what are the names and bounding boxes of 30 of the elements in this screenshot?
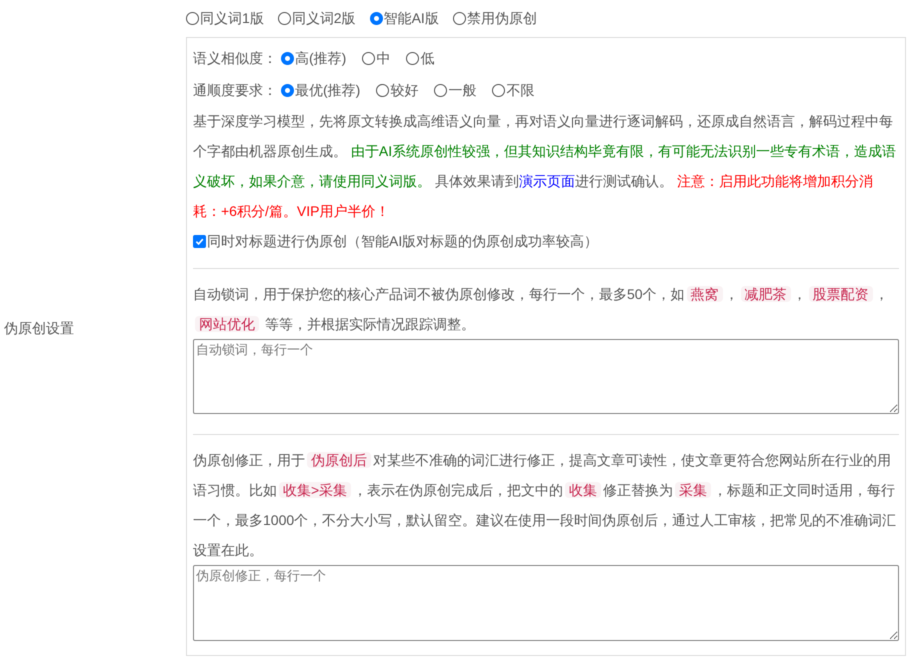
radio-option[interactable]: 同义词1版 xyxy=(186,8,264,29)
description-text: 伪原创修正，用于 伪原创后 对某些不准确的词汇进行修正，提高文章可读性，使文章更符合您网站所在行业的用语习惯。比如 收集>采集 ，表示在伪原创完成后，把文中的 收集 修正替换为 采集 ，标题和正文同时适用，每行一个，最多1000个，不分大小写，默认留空。建议在使用一段时间伪原创后，通过人工审核，把常见的不准确词汇设置在此。 xyxy=(193,451,898,560)
keyword-tag: 收集 xyxy=(565,482,602,498)
section-label: 伪原创设置 xyxy=(4,318,74,338)
radio-option[interactable]: 一般 xyxy=(434,80,476,100)
radio-option[interactable]: 较好 xyxy=(376,80,418,100)
field-label: 通顺度要求： xyxy=(193,80,277,100)
checkmark-icon xyxy=(195,236,204,246)
keyword-tag: 采集 xyxy=(675,482,712,498)
keyword-tag: 收集>采集 xyxy=(279,482,352,498)
radio-option[interactable]: 低 xyxy=(406,48,434,68)
keyword-tag: 减肥茶 xyxy=(740,286,791,302)
demo-page-link[interactable]: 演示页面 xyxy=(518,173,575,189)
description-text: 基于深度学习模型，先将原文转换成高维语义向量，再对语义向量进行逐词解码，还原成自然语言，解码过程中每个字都由机器原创生成。 由于AI系统原创性较强，但其知识结构毕竟有限，有可能无法识别一些专有术语，造成语义破坏，如果介意，请使用同义词版。 具体效果请到演示页面进行测试确认。 注意：启用此功能将增加积分消耗：+6积分/篇。VIP用户半价！ xyxy=(193,112,898,221)
keyword-tag: 伪原创后 xyxy=(307,452,371,468)
radio-option[interactable]: 最优(推荐) xyxy=(281,80,360,100)
description-text: 自动锁词，用于保护您的核心产品词不被伪原创修改，每行一个，最多50个，如 燕窝 ， 减肥茶 ， 股票配资 ， 网站优化 等等，并根据实际情况跟踪调整。 xyxy=(193,285,890,334)
field-label: 语义相似度： xyxy=(193,48,277,68)
keyword-tag: 网站优化 xyxy=(195,316,259,332)
radio-option[interactable]: 中 xyxy=(362,48,390,68)
corrections-field[interactable]: 伪原创修正，每行一个 xyxy=(193,565,899,641)
title-checkbox[interactable]: 同时对标题进行伪原创（智能AI版对标题的伪原创成功率较高） xyxy=(193,226,899,256)
keyword-tag: 股票配资 xyxy=(808,286,873,302)
radio-option[interactable]: 不限 xyxy=(492,80,534,100)
radio-option[interactable]: 禁用伪原创 xyxy=(452,8,537,29)
radio-option[interactable]: 高(推荐) xyxy=(281,48,346,68)
lock-words-field[interactable]: 自动锁词，每行一个 xyxy=(193,339,899,414)
keyword-tag: 燕窝 xyxy=(686,286,723,302)
radio-option[interactable]: 同义词2版 xyxy=(278,8,356,29)
radio-option[interactable]: 智能AI版 xyxy=(370,8,439,29)
